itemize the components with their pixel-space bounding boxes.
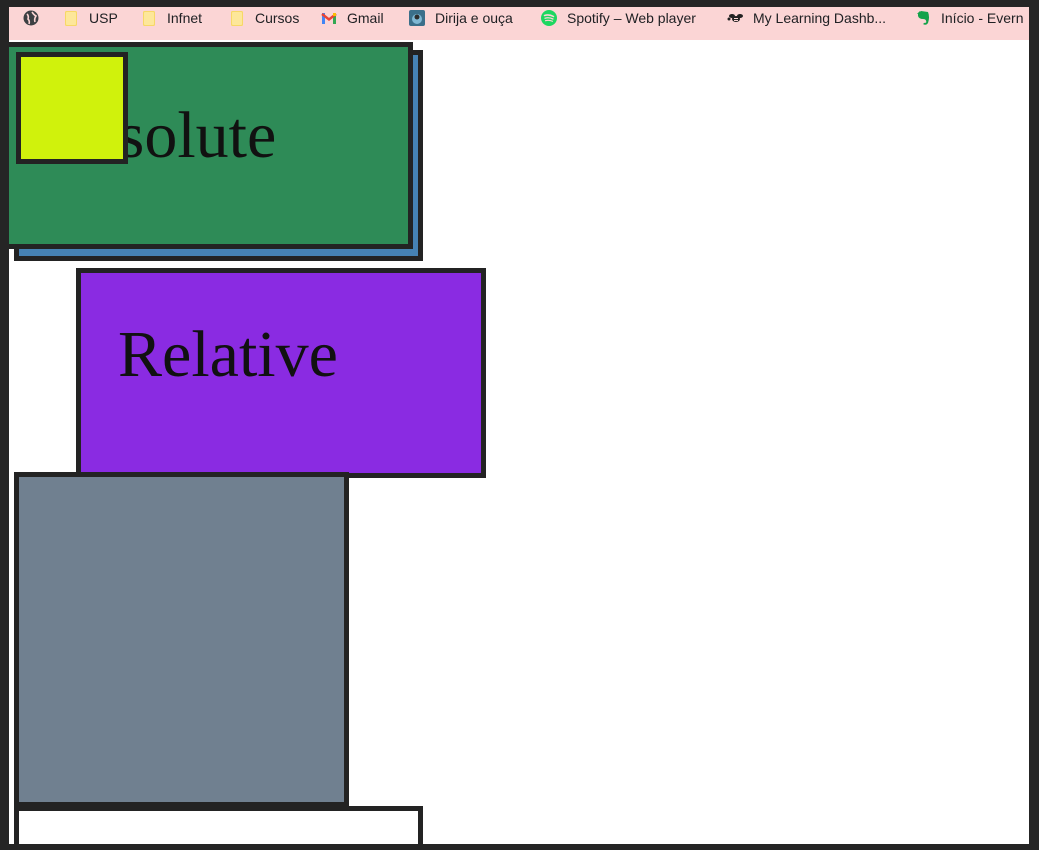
bookmark-label: Cursos (255, 10, 300, 26)
bookmark-label: Início - Evern (941, 10, 1024, 26)
bookmark-gmail[interactable]: Gmail (321, 7, 384, 29)
gray-box (14, 472, 349, 807)
evernote-icon (915, 10, 931, 26)
bookmark-learning-dashboard[interactable]: My Learning Dashb... (727, 7, 886, 29)
browser-window: USP Infnet Cursos Gmail Dirija e ouça Sp… (0, 0, 1039, 850)
bookmark-usp[interactable]: USP (63, 7, 118, 29)
bookmark-dirija[interactable]: Dirija e ouça (409, 7, 513, 29)
bookmark-label: My Learning Dashb... (753, 10, 887, 26)
folder-icon (63, 10, 79, 26)
relative-label: Relative (118, 318, 338, 391)
bookmark-apps[interactable] (23, 7, 49, 29)
page-viewport: Absolute Relative (9, 40, 1029, 844)
white-box (14, 806, 423, 844)
gmail-icon (321, 10, 337, 26)
folder-icon (141, 10, 157, 26)
bookmark-label: Dirija e ouça (435, 10, 513, 26)
bookmark-cursos[interactable]: Cursos (229, 7, 299, 29)
bookmark-spotify[interactable]: Spotify – Web player (541, 7, 696, 29)
bookmark-evernote[interactable]: Início - Evern (915, 7, 1023, 29)
bookmark-label: Infnet (167, 10, 203, 26)
bookmark-label: Gmail (347, 10, 384, 26)
globe-icon (23, 10, 39, 26)
bookmark-label: USP (89, 10, 118, 26)
bee-icon (727, 10, 743, 26)
bookmarks-bar: USP Infnet Cursos Gmail Dirija e ouça Sp… (9, 7, 1029, 40)
yellow-box (16, 52, 128, 164)
app-icon (409, 10, 425, 26)
bookmark-infnet[interactable]: Infnet (141, 7, 202, 29)
bookmark-label: Spotify – Web player (567, 10, 696, 26)
folder-icon (229, 10, 245, 26)
spotify-icon (541, 10, 557, 26)
relative-box: Relative (76, 268, 486, 478)
